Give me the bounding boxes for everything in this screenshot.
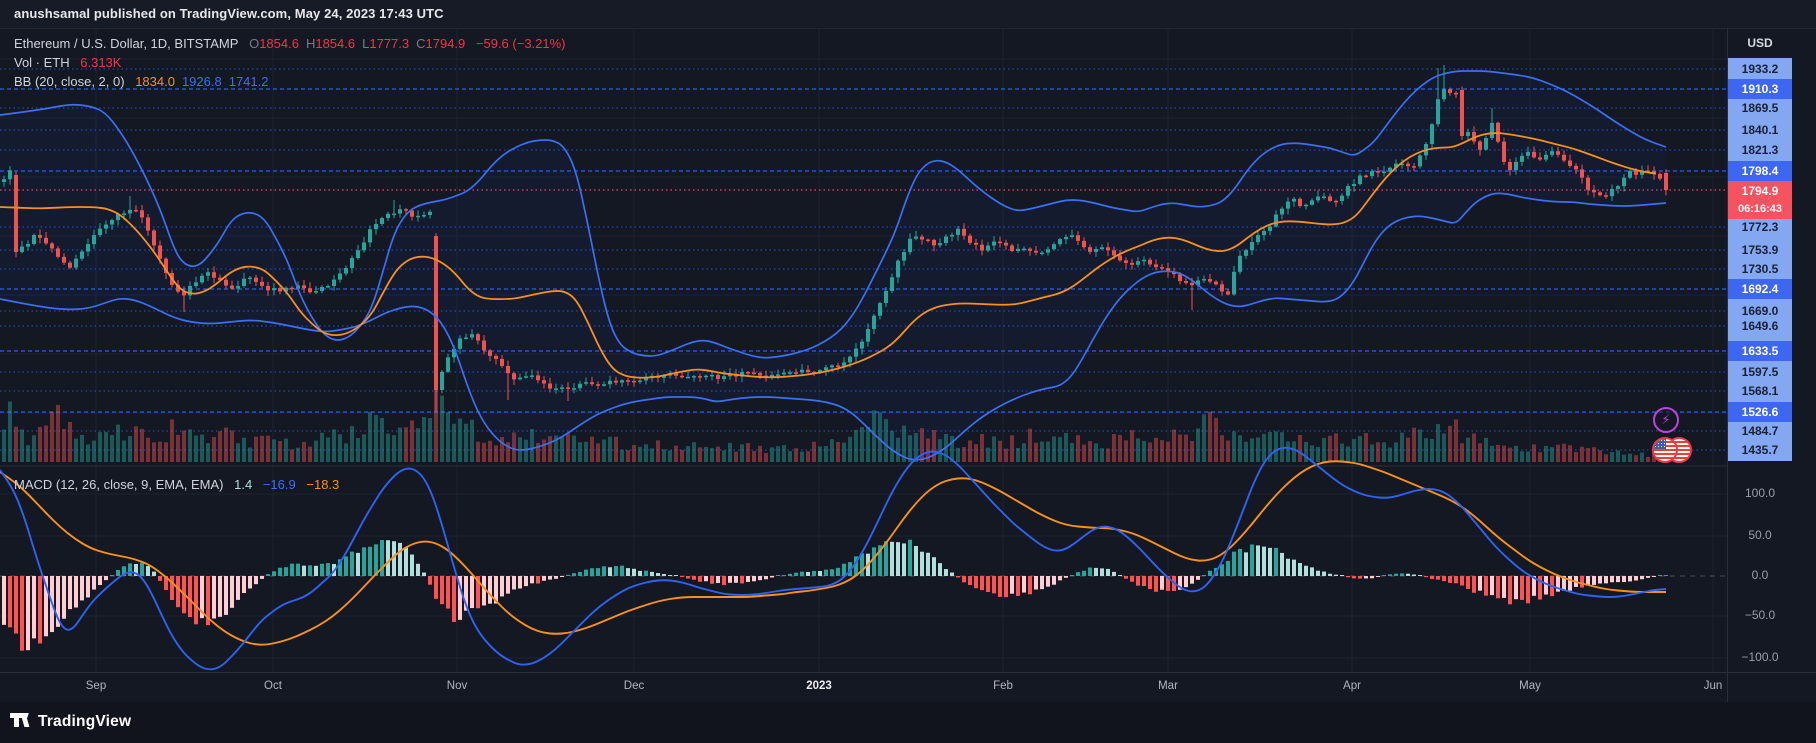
publication-header: anushsamal published on TradingView.com,…	[0, 0, 1816, 29]
macd-line-value: −16.9	[263, 477, 296, 492]
volume-legend-row[interactable]: Vol · ETH 6.313K	[14, 55, 121, 70]
price-axis-label: 1753.9	[1728, 240, 1792, 260]
macd-axis-label: −100.0	[1728, 650, 1792, 664]
price-axis-label: 1633.5	[1728, 341, 1792, 361]
month-label: Sep	[86, 680, 106, 692]
price-axis[interactable]: USD 1933.21910.31869.51840.11821.31798.4…	[1727, 28, 1816, 672]
macd-signal-value: −18.3	[306, 477, 339, 492]
price-axis-label: 1435.7	[1728, 440, 1792, 460]
symbol-title: Ethereum / U.S. Dollar, 1D, BITSTAMP	[14, 36, 238, 51]
current-price-label: 1794.906:16:43	[1728, 181, 1792, 219]
tradingview-logo-text: TradingView	[38, 713, 131, 731]
macd-axis-label: −50.0	[1728, 608, 1792, 622]
month-label: Oct	[264, 680, 282, 692]
month-label: Nov	[447, 680, 467, 692]
month-label: Feb	[993, 680, 1013, 692]
price-axis-label: 1484.7	[1728, 421, 1792, 441]
macd-label: MACD (12, 26, close, 9, EMA, EMA)	[14, 477, 224, 492]
flag-canton	[1654, 439, 1666, 449]
price-axis-label: 1772.3	[1728, 217, 1792, 237]
price-axis-label: 1869.5	[1728, 98, 1792, 118]
lightning-event-icon[interactable]: ⚡	[1653, 407, 1679, 433]
price-axis-label: 1840.1	[1728, 120, 1792, 140]
tradingview-published-chart: anushsamal published on TradingView.com,…	[0, 0, 1816, 743]
tradingview-logo[interactable]: TradingView	[10, 711, 131, 733]
macd-hist-value: 1.4	[234, 477, 252, 492]
price-axis-label: 1692.4	[1728, 279, 1792, 299]
time-axis[interactable]: Sep Oct Nov Dec 2023 Feb Mar Apr May Jun	[0, 672, 1816, 703]
macd-axis-label: 100.0	[1728, 486, 1792, 500]
price-axis-label: 1933.2	[1728, 59, 1792, 79]
month-label: Apr	[1343, 680, 1361, 692]
price-axis-label: 1821.3	[1728, 140, 1792, 160]
ohlc-values: O1854.6H1854.6L1777.3C1794.9	[249, 36, 465, 51]
price-axis-label: 1730.5	[1728, 259, 1792, 279]
bb-values: 1834.01926.81741.2	[135, 74, 268, 89]
bb-legend-row[interactable]: BB (20, close, 2, 0) 1834.01926.81741.2	[14, 74, 268, 89]
macd-axis-label: 50.0	[1728, 528, 1792, 542]
change-value: −59.6 (−3.21%)	[476, 36, 566, 51]
publication-text: anushsamal published on TradingView.com,…	[14, 6, 444, 21]
price-axis-label: 1910.3	[1728, 79, 1792, 99]
month-label: 2023	[806, 680, 832, 692]
bb-label: BB (20, close, 2, 0)	[14, 74, 125, 89]
price-axis-label: 1649.6	[1728, 316, 1792, 336]
tradingview-logo-icon	[10, 713, 31, 731]
macd-legend-row[interactable]: MACD (12, 26, close, 9, EMA, EMA) 1.4 −1…	[14, 477, 339, 492]
price-axis-label: 1597.5	[1728, 362, 1792, 382]
us-flag-event-icon[interactable]	[1652, 437, 1678, 463]
price-axis-label: 1798.4	[1728, 161, 1792, 181]
main-chart-svg[interactable]	[0, 28, 1727, 672]
month-label: Dec	[624, 680, 644, 692]
footer-bar: TradingView	[0, 702, 1816, 743]
currency-label: USD	[1728, 36, 1792, 50]
volume-label: Vol · ETH	[14, 55, 70, 70]
macd-axis-label: 0.0	[1728, 568, 1792, 582]
price-axis-label: 1568.1	[1728, 381, 1792, 401]
volume-value: 6.313K	[80, 55, 121, 70]
month-label: Mar	[1158, 680, 1178, 692]
month-label: Jun	[1704, 680, 1723, 692]
symbol-legend-row[interactable]: Ethereum / U.S. Dollar, 1D, BITSTAMP O18…	[14, 36, 566, 51]
month-label: May	[1519, 680, 1541, 692]
axis-separator	[1727, 673, 1728, 703]
price-axis-label: 1526.6	[1728, 402, 1792, 422]
